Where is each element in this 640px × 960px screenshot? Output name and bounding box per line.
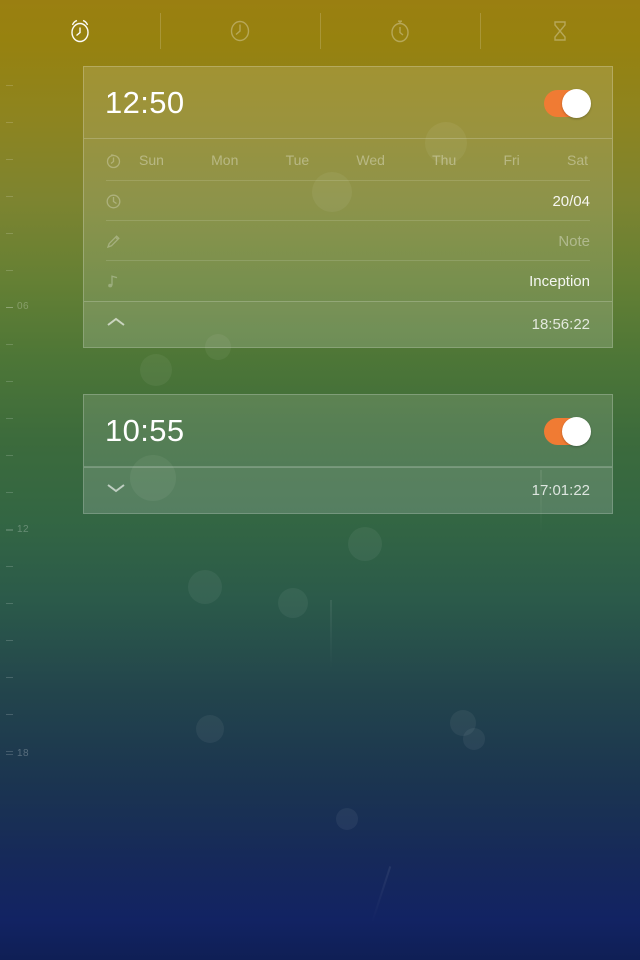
chevron-up-icon[interactable] [105,315,131,334]
clock-icon [105,193,131,210]
hour-label: 06 [17,301,30,312]
day-tue[interactable]: Tue [286,152,310,168]
toggle-knob [562,416,591,446]
bokeh-circle [140,354,172,386]
day-fri[interactable]: Fri [503,152,519,168]
alarm-header[interactable]: 10:55 [84,395,612,467]
chevron-down-icon[interactable] [105,481,131,500]
alarm-time[interactable]: 10:55 [105,413,544,449]
app-root: 06 12 18 12:50 Sun Mon Tue Wed Thu Fri S… [0,0,640,960]
alarm-note[interactable]: Note [131,233,590,250]
hourglass-icon [545,16,575,46]
alarm-ringtone[interactable]: Inception [131,273,590,290]
alarm-card[interactable]: 10:55 17:01:22 [83,394,613,514]
hour-tick [6,233,13,234]
light-streak [370,866,392,924]
alarm-note-row[interactable]: Note [84,221,612,261]
hour-scale: 06 12 18 [0,0,48,960]
tab-timer[interactable] [480,0,640,62]
bokeh-circle [336,808,358,830]
alarm-time[interactable]: 12:50 [105,85,544,121]
hour-tick [6,751,13,752]
day-thu[interactable]: Thu [432,152,456,168]
alarm-clock-icon [65,16,95,46]
hour-label: 18 [17,748,30,759]
day-wed[interactable]: Wed [356,152,385,168]
hour-tick [6,159,13,160]
hour-tick [6,196,13,197]
hour-tick [6,714,13,715]
toggle-knob [562,88,591,118]
hour-tick [6,640,13,641]
hour-label: 12 [17,524,30,535]
alarm-repeat-row[interactable]: Sun Mon Tue Wed Thu Fri Sat [84,139,612,181]
alarm-countdown: 17:01:22 [531,481,590,499]
pencil-icon [105,233,131,250]
hour-tick [6,344,13,345]
tab-clock[interactable] [160,0,320,62]
tab-alarm[interactable] [0,0,160,62]
stopwatch-icon [385,16,415,46]
bokeh-circle [278,588,308,618]
hour-tick [6,529,13,530]
bokeh-circle [348,527,382,561]
bokeh-circle [450,710,476,736]
alarm-header[interactable]: 12:50 [84,67,612,139]
hour-tick [6,122,13,123]
hour-tick [6,677,13,678]
alarm-collapse-row[interactable]: 18:56:22 [84,301,612,347]
hour-tick [6,418,13,419]
hour-tick [6,566,13,567]
hour-tick [6,754,13,755]
alarm-date[interactable]: 20/04 [131,193,590,210]
bokeh-circle [196,715,224,743]
day-selector[interactable]: Sun Mon Tue Wed Thu Fri Sat [131,152,590,168]
alarm-date-row[interactable]: 20/04 [84,181,612,221]
alarm-countdown: 18:56:22 [531,315,590,333]
hour-tick [6,307,13,308]
bokeh-circle [188,570,222,604]
day-sat[interactable]: Sat [567,152,588,168]
hour-tick [6,455,13,456]
hour-tick [6,492,13,493]
hour-tick [6,381,13,382]
day-mon[interactable]: Mon [211,152,238,168]
alarm-card[interactable]: 12:50 Sun Mon Tue Wed Thu Fri Sat 20/04 … [83,66,613,348]
alarm-toggle[interactable] [544,416,591,446]
hour-tick [6,85,13,86]
hour-tick [6,307,13,308]
hour-tick [6,603,13,604]
tabbar [0,0,640,62]
alarm-toggle[interactable] [544,88,591,118]
day-sun[interactable]: Sun [139,152,164,168]
clock-icon [225,16,255,46]
music-note-icon [105,273,131,290]
light-streak [330,600,332,670]
tab-stopwatch[interactable] [320,0,480,62]
repeat-alarm-icon [105,152,131,169]
hour-tick [6,270,13,271]
hour-tick [6,530,13,531]
alarm-expand-row[interactable]: 17:01:22 [84,467,612,513]
bokeh-circle [463,728,485,750]
alarm-ringtone-row[interactable]: Inception [84,261,612,301]
